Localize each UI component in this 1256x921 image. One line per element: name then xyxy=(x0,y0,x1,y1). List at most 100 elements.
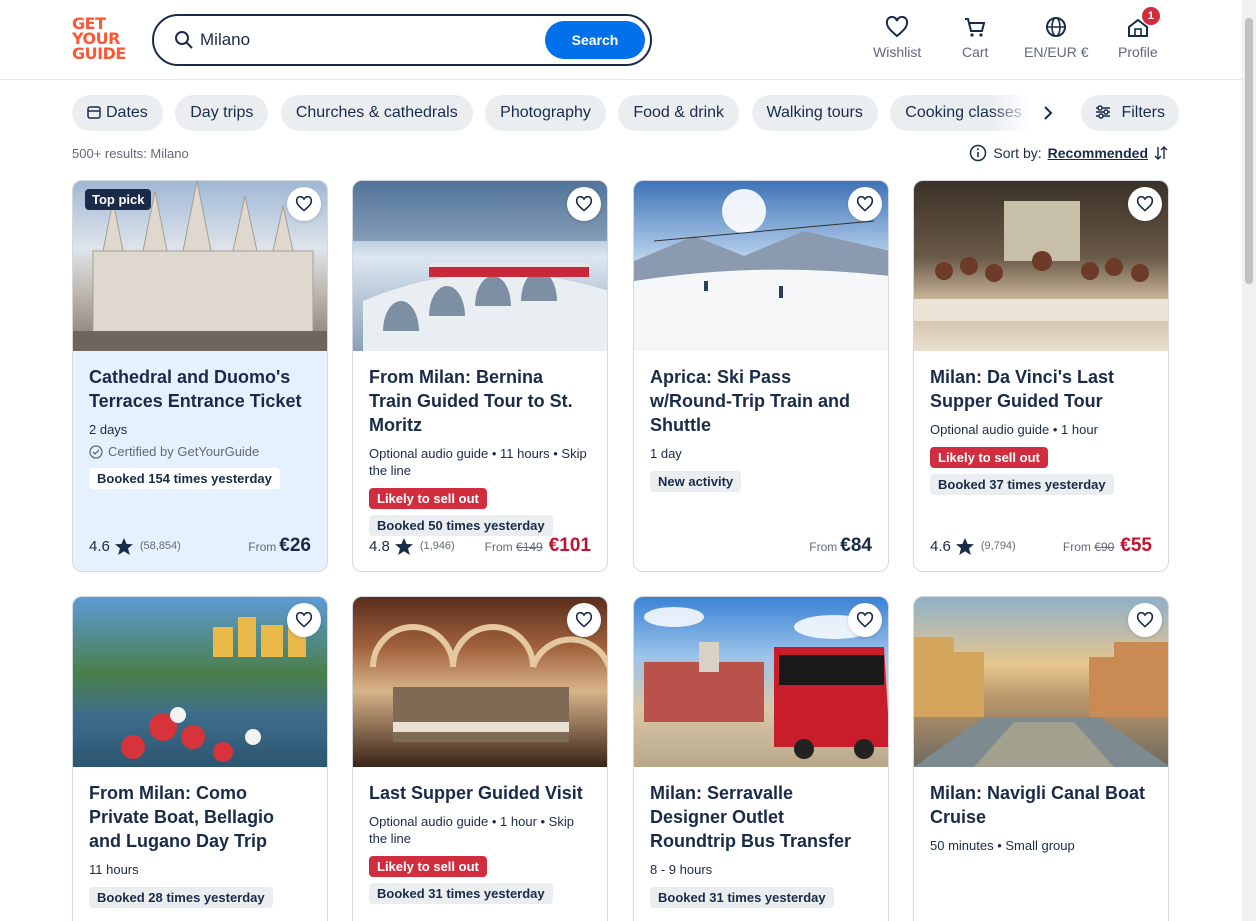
chips-fade xyxy=(990,95,1032,133)
chips-next-button[interactable] xyxy=(1032,97,1064,129)
price: From €84 xyxy=(809,535,872,557)
sliders-icon xyxy=(1096,105,1110,119)
heart-icon xyxy=(575,196,593,212)
activity-title[interactable]: From Milan: Como Private Boat, Bellagio … xyxy=(89,781,311,853)
booked-badge: Booked 31 times yesterday xyxy=(369,883,553,904)
activity-card[interactable]: From Milan: Bernina Train Guided Tour to… xyxy=(352,180,608,572)
wishlist-heart-button[interactable] xyxy=(287,187,321,221)
sort-value[interactable]: Recommended xyxy=(1048,145,1148,161)
booked-badge: Booked 154 times yesterday xyxy=(89,468,280,489)
locale-nav[interactable]: EN/EUR € xyxy=(1024,16,1089,60)
chip-walking-tours[interactable]: Walking tours xyxy=(751,95,878,131)
activity-image[interactable] xyxy=(634,181,888,351)
activity-image[interactable] xyxy=(73,597,327,767)
rating: 4.8 (1,946) xyxy=(369,537,455,556)
likely-to-sell-out-badge: Likely to sell out xyxy=(369,856,487,877)
chip-food-drink[interactable]: Food & drink xyxy=(618,95,740,131)
price: From €26 xyxy=(248,535,311,557)
activity-title[interactable]: Cathedral and Duomo's Terraces Entrance … xyxy=(89,365,311,413)
activity-image[interactable] xyxy=(914,181,1168,351)
calendar-icon xyxy=(87,106,101,119)
review-count: (9,794) xyxy=(980,540,1016,552)
activity-card[interactable]: Aprica: Ski Pass w/Round-Trip Train and … xyxy=(633,180,889,572)
activity-meta: 1 day xyxy=(650,446,682,461)
activity-card[interactable]: From Milan: Como Private Boat, Bellagio … xyxy=(72,596,328,921)
filter-chips: Dates Day trips Churches & cathedrals Ph… xyxy=(72,95,1032,133)
activity-title[interactable]: Last Supper Guided Visit xyxy=(369,781,591,805)
review-count: (58,854) xyxy=(139,540,181,552)
rating-value: 4.6 xyxy=(930,537,951,555)
star-icon xyxy=(955,537,974,555)
price: From €149 €101 xyxy=(485,535,591,557)
search-input[interactable] xyxy=(200,26,540,54)
scrollbar-thumb[interactable] xyxy=(1245,18,1253,284)
chip-churches[interactable]: Churches & cathedrals xyxy=(280,95,473,131)
rating: 4.6 (58,854) xyxy=(89,537,181,556)
rating-value: 4.6 xyxy=(89,537,110,555)
wishlist-heart-button[interactable] xyxy=(1128,187,1162,221)
globe-icon xyxy=(1046,17,1067,37)
page-scrollbar[interactable] xyxy=(1242,0,1256,921)
wishlist-heart-button[interactable] xyxy=(567,603,601,637)
results-count: 500+ results: Milano xyxy=(72,146,189,161)
activity-title[interactable]: Milan: Da Vinci's Last Supper Guided Tou… xyxy=(930,365,1152,413)
cart-label: Cart xyxy=(962,44,989,60)
getyourguide-logo[interactable]: GET YOUR GUIDE xyxy=(72,16,132,64)
cart-icon xyxy=(965,18,986,37)
sort-control[interactable]: Sort by: Recommended xyxy=(969,144,1168,162)
activity-meta: Optional audio guide • 1 hour xyxy=(930,422,1098,437)
site-header: GET YOUR GUIDE Search Wishlist Cart EN/E… xyxy=(0,0,1256,80)
review-count: (1,946) xyxy=(419,540,455,552)
wishlist-label: Wishlist xyxy=(873,44,922,60)
heart-icon xyxy=(886,16,909,38)
wishlist-heart-button[interactable] xyxy=(567,187,601,221)
wishlist-heart-button[interactable] xyxy=(287,603,321,637)
chip-day-trips[interactable]: Day trips xyxy=(175,95,269,131)
filters-button[interactable]: Filters xyxy=(1081,95,1180,131)
activity-card[interactable]: Milan: Navigli Canal Boat Cruise 50 minu… xyxy=(913,596,1169,921)
activity-meta: 11 hours xyxy=(89,862,139,877)
cart-nav[interactable]: Cart xyxy=(962,16,988,60)
activity-meta: 2 days xyxy=(89,422,128,437)
activity-title[interactable]: Aprica: Ski Pass w/Round-Trip Train and … xyxy=(650,365,872,437)
sort-label: Sort by: xyxy=(993,145,1042,161)
activity-card[interactable]: Last Supper Guided Visit Optional audio … xyxy=(352,596,608,921)
info-icon[interactable] xyxy=(969,144,987,162)
heart-icon xyxy=(1136,196,1154,212)
activity-card[interactable]: Milan: Serravalle Designer Outlet Roundt… xyxy=(633,596,889,921)
rating: 4.6 (9,794) xyxy=(930,537,1016,556)
profile-nav[interactable]: 1 Profile xyxy=(1118,7,1160,60)
chevron-right-icon xyxy=(1044,106,1053,120)
booked-badge: Booked 31 times yesterday xyxy=(650,887,834,908)
filters-label: Filters xyxy=(1121,104,1166,121)
search-bar: Search xyxy=(152,14,652,66)
chip-dates[interactable]: Dates xyxy=(72,95,163,131)
activity-card[interactable]: Top pick Cathedral and Duomo's Terraces … xyxy=(72,180,328,572)
activity-image[interactable] xyxy=(634,597,888,767)
wishlist-heart-button[interactable] xyxy=(848,603,882,637)
price-value: €55 xyxy=(1120,535,1152,556)
activity-card[interactable]: Milan: Da Vinci's Last Supper Guided Tou… xyxy=(913,180,1169,572)
heart-icon xyxy=(575,612,593,628)
search-button[interactable]: Search xyxy=(545,21,645,59)
activity-meta: Optional audio guide • 11 hours • Skip t… xyxy=(369,446,587,478)
heart-icon xyxy=(856,196,874,212)
activity-image[interactable] xyxy=(353,181,607,351)
activity-title[interactable]: Milan: Navigli Canal Boat Cruise xyxy=(930,781,1152,829)
profile-badge: 1 xyxy=(1141,7,1160,25)
activity-meta: Optional audio guide • 1 hour • Skip the… xyxy=(369,814,574,846)
wishlist-heart-button[interactable] xyxy=(1128,603,1162,637)
booked-badge: Booked 50 times yesterday xyxy=(369,515,553,536)
activity-image[interactable]: Top pick xyxy=(73,181,327,351)
activity-image[interactable] xyxy=(914,597,1168,767)
price-from: From xyxy=(809,540,838,554)
certified-label: Certified by GetYourGuide xyxy=(89,444,311,459)
activity-title[interactable]: Milan: Serravalle Designer Outlet Roundt… xyxy=(650,781,872,853)
wishlist-nav[interactable]: Wishlist xyxy=(873,16,921,60)
old-price: €90 xyxy=(1094,540,1115,554)
wishlist-heart-button[interactable] xyxy=(848,187,882,221)
chip-photography[interactable]: Photography xyxy=(485,95,606,131)
activity-title[interactable]: From Milan: Bernina Train Guided Tour to… xyxy=(369,365,591,437)
activity-image[interactable] xyxy=(353,597,607,767)
likely-to-sell-out-badge: Likely to sell out xyxy=(930,447,1048,468)
